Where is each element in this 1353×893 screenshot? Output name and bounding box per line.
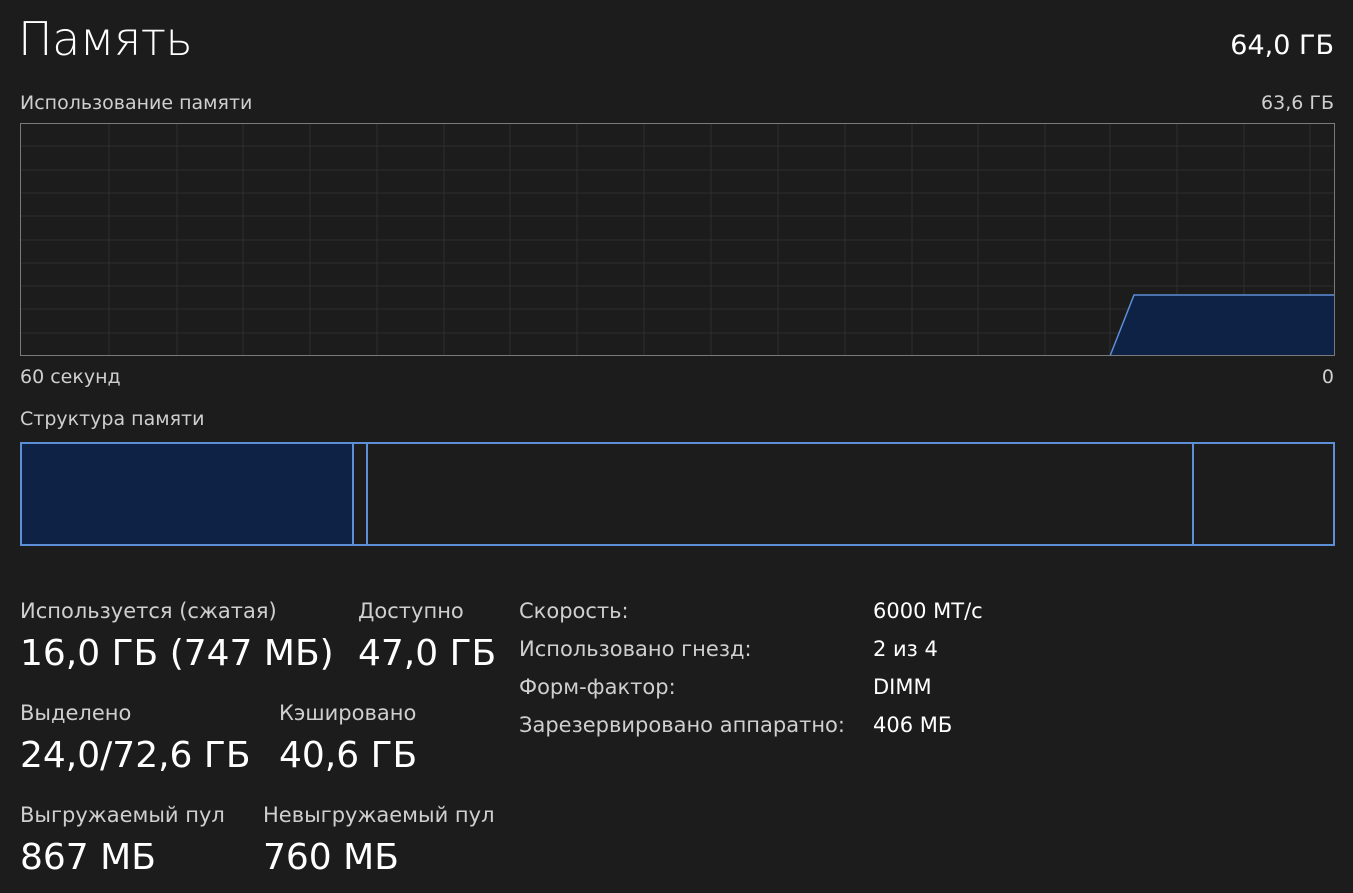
hardware-reserved-value: 406 МБ bbox=[873, 713, 953, 737]
slots-used-value: 2 из 4 bbox=[873, 637, 938, 661]
paged-pool-label: Выгружаемый пул bbox=[20, 803, 225, 827]
available-label: Доступно bbox=[358, 599, 464, 623]
cached-label: Кэшировано bbox=[279, 701, 417, 725]
paged-pool-value: 867 МБ bbox=[20, 837, 156, 878]
form-factor-value: DIMM bbox=[873, 675, 932, 699]
graph-time-span-label: 60 секунд bbox=[20, 366, 121, 388]
total-memory-capacity: 64,0 ГБ bbox=[1230, 30, 1334, 61]
memory-composition-bar bbox=[20, 442, 1335, 546]
memory-composition-label: Структура памяти bbox=[20, 408, 205, 430]
cached-value: 40,6 ГБ bbox=[279, 735, 418, 776]
page-title: Память bbox=[18, 12, 193, 66]
non-paged-pool-label: Невыгружаемый пул bbox=[263, 803, 495, 827]
memory-usage-label: Использование памяти bbox=[20, 92, 253, 114]
non-paged-pool-value: 760 МБ bbox=[263, 837, 399, 878]
committed-value: 24,0/72,6 ГБ bbox=[20, 735, 251, 776]
memory-usage-area bbox=[1110, 295, 1335, 356]
memory-usage-max-label: 63,6 ГБ bbox=[1261, 92, 1334, 114]
available-value: 47,0 ГБ bbox=[358, 633, 497, 674]
in-use-value: 16,0 ГБ (747 МБ) bbox=[20, 633, 334, 674]
slots-used-label: Использовано гнезд: bbox=[519, 637, 752, 661]
committed-label: Выделено bbox=[20, 701, 132, 725]
memory-usage-graph bbox=[20, 123, 1335, 357]
speed-value: 6000 MT/с bbox=[873, 599, 983, 623]
hardware-reserved-label: Зарезервировано аппаратно: bbox=[519, 713, 845, 737]
composition-in-use-segment bbox=[21, 443, 353, 545]
graph-time-zero-label: 0 bbox=[1321, 366, 1334, 388]
form-factor-label: Форм-фактор: bbox=[519, 675, 676, 699]
speed-label: Скорость: bbox=[519, 599, 629, 623]
in-use-label: Используется (сжатая) bbox=[20, 599, 277, 623]
